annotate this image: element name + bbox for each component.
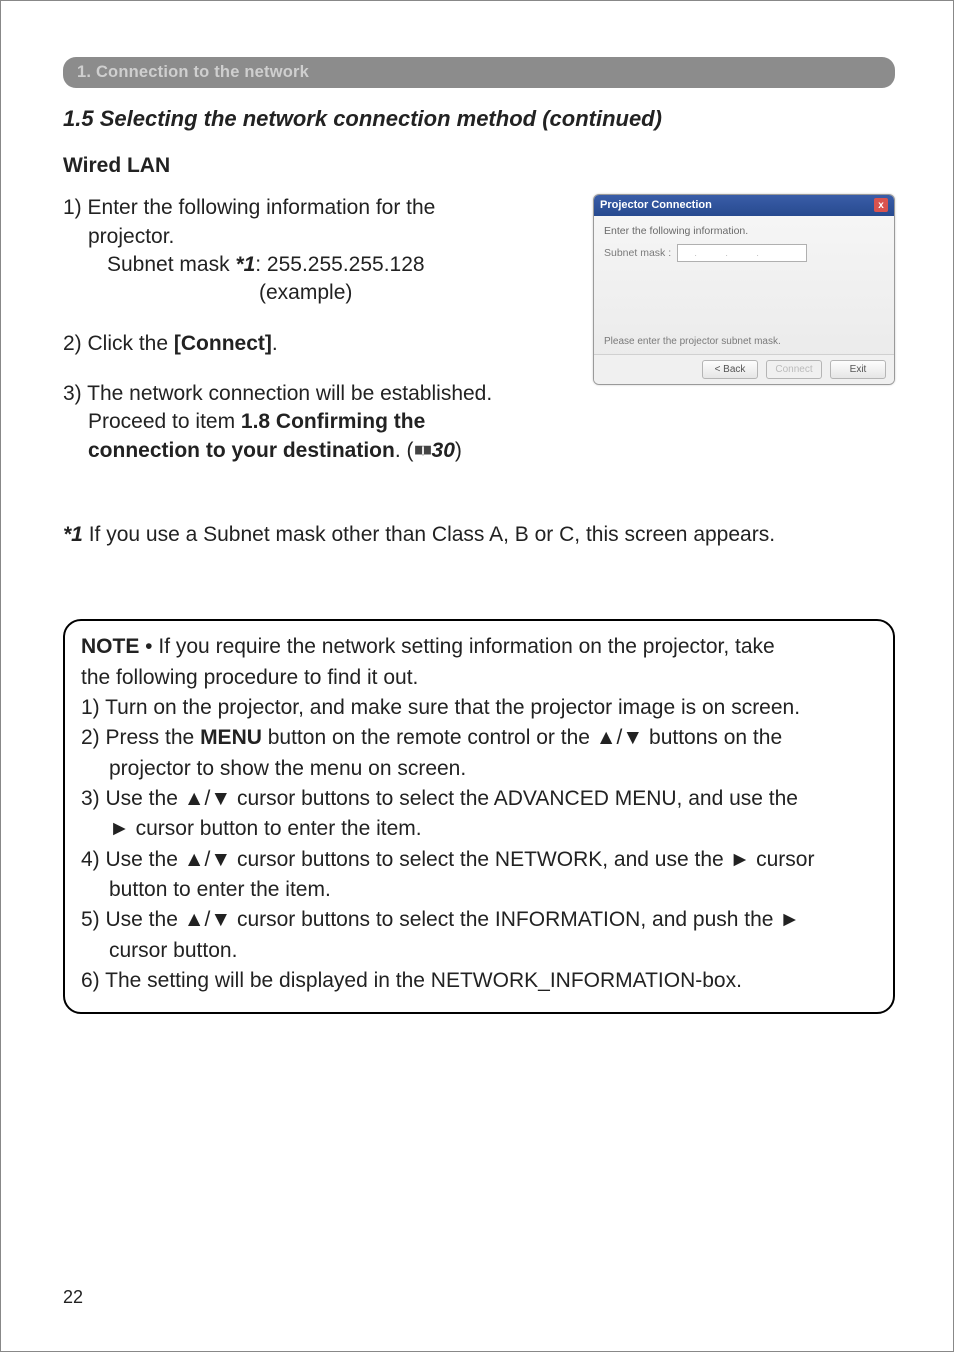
section-bar: 1. Connection to the network bbox=[63, 57, 895, 88]
note3-b: ► cursor button to enter the item. bbox=[81, 815, 877, 843]
projector-connection-dialog: Projector Connection x Enter the followi… bbox=[593, 194, 895, 385]
close-icon[interactable]: x bbox=[874, 198, 888, 212]
footnote-text: If you use a Subnet mask other than Clas… bbox=[83, 523, 775, 546]
step-1: 1) Enter the following information for t… bbox=[63, 194, 573, 307]
note-intro-a: If you require the network setting infor… bbox=[158, 635, 774, 658]
step3-proceed-b: 1.8 Confirming the bbox=[241, 410, 425, 433]
dialog-instruction: Enter the following information. bbox=[604, 224, 884, 238]
subnet-value: : 255.255.255.128 bbox=[255, 253, 424, 276]
note5-b: cursor button. bbox=[81, 937, 877, 965]
note-box: NOTE • If you require the network settin… bbox=[63, 619, 895, 1013]
note2-c: projector to show the menu on screen. bbox=[81, 755, 877, 783]
note-label: NOTE bbox=[81, 635, 139, 658]
step3-proceed-a: Proceed to item bbox=[88, 410, 241, 433]
wired-lan-heading: Wired LAN bbox=[63, 152, 895, 180]
note-1: 1) Turn on the projector, and make sure … bbox=[81, 694, 877, 722]
dialog-subnet-label: Subnet mask : bbox=[604, 246, 671, 260]
subnet-input[interactable]: ... bbox=[677, 244, 807, 262]
note4-b: button to enter the item. bbox=[81, 876, 877, 904]
connect-button[interactable]: Connect bbox=[766, 360, 822, 379]
step3-proceed-c: connection to your destination bbox=[88, 439, 395, 462]
subnet-marker: *1 bbox=[235, 253, 255, 276]
page-subtitle: 1.5 Selecting the network connection met… bbox=[63, 104, 895, 134]
step3-trail: . ( bbox=[395, 439, 414, 462]
ref-number: 30 bbox=[432, 439, 455, 462]
dialog-titlebar: Projector Connection x bbox=[594, 195, 894, 216]
note3-a: 3) Use the ▲/▼ cursor buttons to select … bbox=[81, 785, 877, 813]
connect-label: [Connect] bbox=[174, 332, 272, 355]
footnote: *1 If you use a Subnet mask other than C… bbox=[63, 521, 895, 549]
menu-label: MENU bbox=[200, 726, 262, 749]
subnet-label: Subnet mask bbox=[107, 253, 235, 276]
step3-close: ) bbox=[455, 439, 462, 462]
step1-subnet-line: Subnet mask *1: 255.255.255.128 bbox=[63, 251, 573, 279]
page-number: 22 bbox=[63, 1285, 83, 1309]
dialog-hint: Please enter the projector subnet mask. bbox=[604, 335, 781, 349]
note4-a: 4) Use the ▲/▼ cursor buttons to select … bbox=[81, 846, 877, 874]
step3-line1: 3) The network connection will be establ… bbox=[63, 380, 573, 408]
step-3: 3) The network connection will be establ… bbox=[63, 380, 573, 465]
dialog-title-text: Projector Connection bbox=[600, 198, 874, 213]
step1-line2: projector. bbox=[63, 223, 573, 251]
book-icon bbox=[414, 444, 432, 458]
note2-b: button on the remote control or the ▲/▼ … bbox=[262, 726, 782, 749]
footnote-marker: *1 bbox=[63, 523, 83, 546]
note-intro-b: the following procedure to find it out. bbox=[81, 664, 877, 692]
note2-a: 2) Press the bbox=[81, 726, 200, 749]
step-2: 2) Click the [Connect]. bbox=[63, 330, 573, 358]
step1-example: (example) bbox=[63, 279, 573, 307]
back-button[interactable]: < Back bbox=[702, 360, 758, 379]
step1-line1: 1) Enter the following information for t… bbox=[63, 194, 573, 222]
step2-lead: 2) Click the bbox=[63, 332, 174, 355]
note6: 6) The setting will be displayed in the … bbox=[81, 967, 877, 995]
step2-trail: . bbox=[272, 332, 278, 355]
note-bullet: • bbox=[139, 635, 158, 658]
note5-a: 5) Use the ▲/▼ cursor buttons to select … bbox=[81, 906, 877, 934]
exit-button[interactable]: Exit bbox=[830, 360, 886, 379]
